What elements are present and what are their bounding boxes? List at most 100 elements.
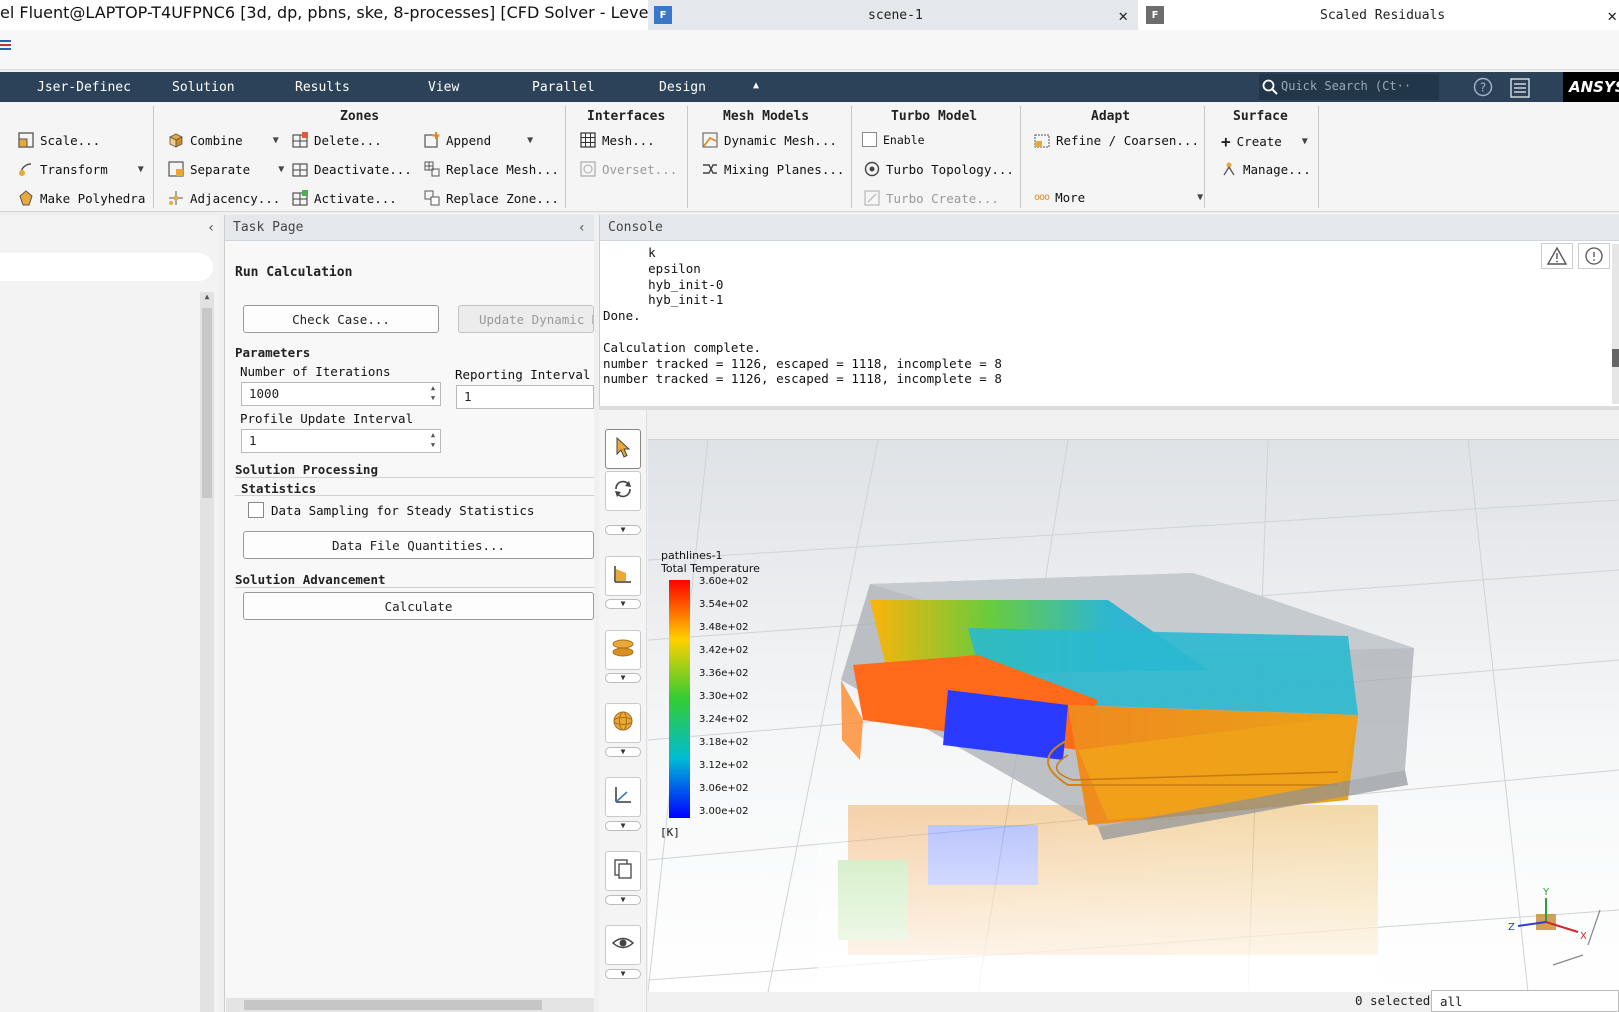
console-scroll-thumb[interactable] <box>1612 349 1619 367</box>
quick-search-input[interactable]: Quick Search (Ct·· <box>1259 74 1439 100</box>
menu-user-defined[interactable]: Jser-Definec <box>37 80 131 95</box>
interfaces-mesh-label: Mesh... <box>602 132 655 148</box>
tree-scroll-thumb[interactable] <box>202 308 212 498</box>
interfaces-mesh-button[interactable]: Mesh... <box>580 132 655 148</box>
console-output[interactable]: k epsilon hyb_init-0 hyb_init-1 Done. Ca… <box>603 245 1002 387</box>
overset-button[interactable]: Overset... <box>580 161 677 177</box>
view-tool-button[interactable] <box>605 556 641 596</box>
layout-icon[interactable] <box>1510 78 1530 102</box>
axes-dropdown[interactable]: ▼ <box>605 821 641 831</box>
combine-button[interactable]: Combine ▼ <box>168 132 279 148</box>
close-tab-icon[interactable]: ✕ <box>1118 6 1128 25</box>
append-button[interactable]: Append ▼ <box>424 132 533 148</box>
tree-scrollbar[interactable]: ▲ <box>200 292 214 1012</box>
menu-results[interactable]: Results <box>295 80 350 95</box>
selection-filter-dropdown[interactable]: all <box>1431 990 1619 1012</box>
warning-icon[interactable] <box>1541 243 1573 273</box>
turbo-topology-button[interactable]: Turbo Topology... <box>864 161 1014 177</box>
graphics-tab-bar <box>648 410 1619 440</box>
axes-tool-button[interactable] <box>605 777 641 817</box>
delete-label: Delete... <box>314 132 382 148</box>
num-iterations-input[interactable]: 1000 <box>241 382 441 406</box>
surface-create-button[interactable]: + Create ▼ <box>1221 132 1308 151</box>
select-tool-button[interactable] <box>605 429 641 469</box>
turbo-enable-checkbox[interactable]: Enable <box>862 132 925 147</box>
profile-update-spinner[interactable]: ▲ ▼ <box>427 430 439 452</box>
copy-dropdown[interactable]: ▼ <box>605 895 641 905</box>
turbo-topology-icon <box>864 161 880 177</box>
menu-parallel[interactable]: Parallel <box>532 80 595 95</box>
more-label: More <box>1055 190 1086 205</box>
delete-zone-button[interactable]: Delete... <box>292 132 382 148</box>
app-menu-icon[interactable] <box>0 39 11 51</box>
create-dropdown-icon[interactable]: ▼ <box>1302 136 1308 147</box>
enable-checkbox-box[interactable] <box>862 132 877 147</box>
rotate-dropdown[interactable]: ▼ <box>605 525 641 535</box>
grid-activate-icon <box>292 190 308 206</box>
rotate-tool-button[interactable] <box>605 471 641 511</box>
data-file-quantities-button[interactable]: Data File Quantities... <box>243 531 594 559</box>
transform-button[interactable]: Transform ▼ <box>18 161 144 177</box>
profile-update-interval-input[interactable]: 1 <box>241 429 441 453</box>
transform-dropdown-icon[interactable]: ▼ <box>138 164 144 175</box>
scale-icon <box>18 132 34 148</box>
scroll-up-icon[interactable]: ▲ <box>200 292 214 306</box>
transform-icon <box>18 161 34 177</box>
update-dynamic-mesh-button[interactable]: Update Dynamic Me <box>458 305 594 333</box>
turbo-create-button[interactable]: Turbo Create... <box>864 190 999 206</box>
menu-solution[interactable]: Solution <box>172 80 235 95</box>
legend-tick-label: 3.06e+02 <box>699 783 749 794</box>
reporting-interval-input[interactable]: 1 <box>456 385 594 409</box>
data-sampling-label: Data Sampling for Steady Statistics <box>271 503 535 518</box>
separate-dropdown-icon[interactable]: ▼ <box>278 164 284 175</box>
data-sampling-checkbox[interactable] <box>248 502 264 518</box>
pointer-icon <box>613 436 633 462</box>
surface-tool-button[interactable] <box>605 630 641 670</box>
scale-button[interactable]: Scale... <box>18 132 100 148</box>
tab-scaled-residuals[interactable]: F Scaled Residuals ✕ <box>1140 0 1619 30</box>
calculate-button[interactable]: Calculate <box>243 592 594 620</box>
mesh-display-tool-button[interactable] <box>605 703 641 743</box>
adjacency-button[interactable]: Adjacency... <box>168 190 280 206</box>
collapse-task-page-icon[interactable]: ‹ <box>578 220 586 236</box>
combine-dropdown-icon[interactable]: ▼ <box>273 135 279 146</box>
surface-dropdown[interactable]: ▼ <box>605 673 641 683</box>
section-divider <box>235 477 594 478</box>
surface-manage-button[interactable]: Manage... <box>1221 161 1311 177</box>
collapse-ribbon-icon[interactable]: ▲ <box>753 80 759 91</box>
task-page-hscroll-thumb[interactable] <box>244 1000 542 1010</box>
view-dropdown[interactable]: ▼ <box>605 599 641 609</box>
dynamic-mesh-button[interactable]: Dynamic Mesh... <box>702 132 837 148</box>
append-dropdown-icon[interactable]: ▼ <box>527 135 533 146</box>
copy-icon <box>612 858 634 884</box>
adapt-more-button[interactable]: ooo More ▼ <box>1034 190 1203 205</box>
tab-scene-1[interactable]: F scene-1 ✕ <box>648 0 1138 30</box>
plus-icon: + <box>1221 132 1231 151</box>
close-tab-icon[interactable]: ✕ <box>1607 6 1617 25</box>
mesh-display-dropdown[interactable]: ▼ <box>605 747 641 757</box>
deactivate-button[interactable]: Deactivate... <box>292 161 412 177</box>
collapse-left-panel-icon[interactable]: ‹ <box>207 220 215 236</box>
menu-view[interactable]: View <box>428 80 459 95</box>
visibility-tool-button[interactable] <box>605 925 641 965</box>
replace-mesh-button[interactable]: Replace Mesh... <box>424 161 559 177</box>
mixing-planes-button[interactable]: Mixing Planes... <box>702 161 844 177</box>
more-dropdown-icon[interactable]: ▼ <box>1197 192 1203 203</box>
check-case-button[interactable]: Check Case... <box>243 305 439 333</box>
make-polyhedra-button[interactable]: Make Polyhedra <box>18 190 145 206</box>
scene-canvas[interactable]: pathlines-1 Total Temperature 3.60e+02 3.… <box>648 440 1619 992</box>
task-page-hscrollbar[interactable] <box>226 998 594 1012</box>
help-icon[interactable]: ? <box>1473 77 1493 101</box>
info-icon[interactable] <box>1578 243 1610 273</box>
menu-design[interactable]: Design <box>659 80 706 95</box>
separate-button[interactable]: Separate ▼ <box>168 161 284 177</box>
activate-button[interactable]: Activate... <box>292 190 397 206</box>
visibility-dropdown[interactable]: ▼ <box>605 969 641 979</box>
graphics-viewport[interactable]: pathlines-1 Total Temperature 3.60e+02 3.… <box>648 440 1619 992</box>
refine-coarsen-button[interactable]: Refine / Coarsen... <box>1034 132 1199 148</box>
copy-tool-button[interactable] <box>605 851 641 891</box>
num-iterations-spinner[interactable]: ▲ ▼ <box>427 383 439 405</box>
replace-zone-button[interactable]: Replace Zone... <box>424 190 559 206</box>
tree-filter-input[interactable] <box>0 253 213 281</box>
console-scrollbar[interactable] <box>1612 244 1619 404</box>
